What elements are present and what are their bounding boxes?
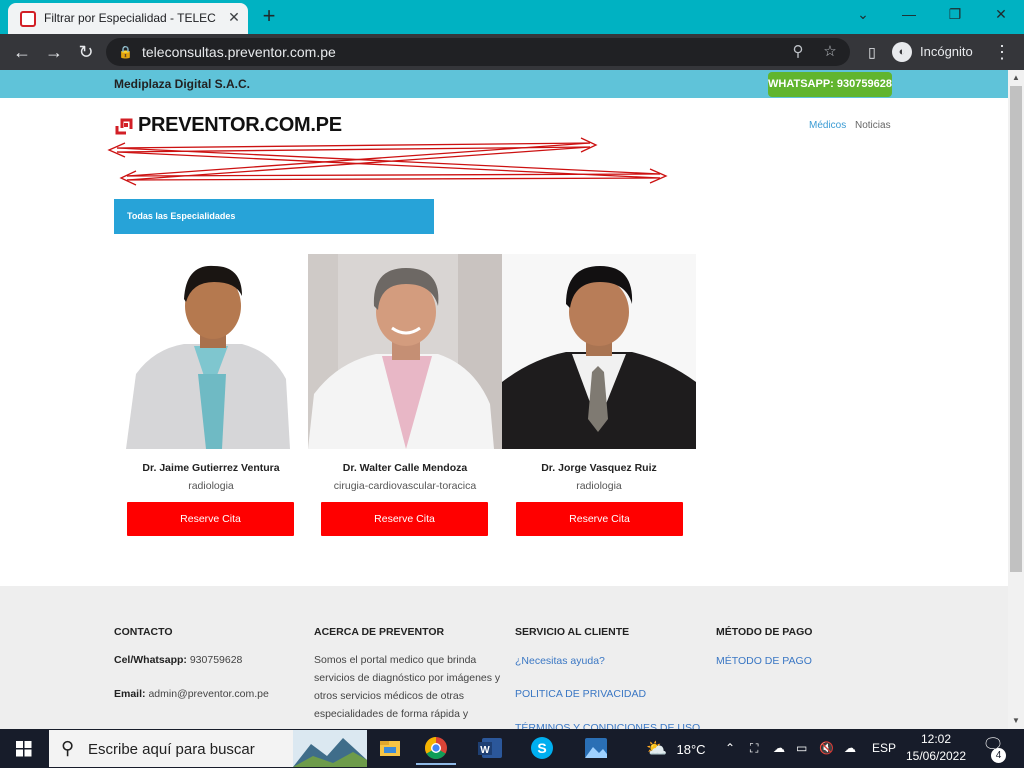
window-close-icon[interactable]: ✕ <box>978 0 1024 30</box>
footer-about-text: Somos el portal medico que brinda servic… <box>314 651 500 723</box>
footer-email: Email: admin@preventor.com.pe <box>114 685 269 703</box>
tab-close-icon[interactable]: ✕ <box>224 7 244 27</box>
reserve-button[interactable]: Reserve Cita <box>516 502 683 536</box>
time: 12:02 <box>920 732 952 746</box>
browser-tab[interactable]: Filtrar por Especialidad - TELECON ✕ <box>8 3 248 34</box>
scroll-down-icon[interactable]: ▼ <box>1008 713 1024 729</box>
date: 15/06/2022 <box>905 749 967 763</box>
incognito-icon: ◐ <box>892 42 912 62</box>
whatsapp-button[interactable]: WHATSAPP: 930759628 <box>768 72 892 97</box>
doctor-name: Dr. Walter Calle Mendoza <box>342 462 468 474</box>
browser-toolbar: ← → ↻ 🔒 teleconsultas.preventor.com.pe ⚲… <box>0 34 1024 70</box>
phone-value: 930759628 <box>189 654 243 666</box>
doctor-specialty: radiologia <box>576 480 622 492</box>
zoom-icon[interactable]: ⚲ <box>788 42 808 62</box>
lock-icon[interactable]: 🔒 <box>118 44 134 60</box>
doctor-name: Dr. Jaime Gutierrez Ventura <box>142 462 280 474</box>
search-icon: ⚲ <box>61 738 75 758</box>
menu-kebab-icon[interactable]: ⋮ <box>990 40 1014 64</box>
notifications-button[interactable]: 🗨 4 <box>975 735 1011 763</box>
word-icon[interactable]: W <box>470 732 510 765</box>
logo-text: PREVENTOR.COM.PE <box>138 114 342 136</box>
photos-icon[interactable] <box>576 732 616 765</box>
page-scrollbar[interactable]: ▲ ▼ <box>1008 70 1024 729</box>
email-value: admin@preventor.com.pe <box>148 688 269 700</box>
side-panel-icon[interactable]: ▯ <box>860 40 884 64</box>
nav-noticias[interactable]: Noticias <box>855 120 891 131</box>
svg-text:S: S <box>537 740 546 756</box>
tab-title: Filtrar por Especialidad - TELECON <box>44 11 216 25</box>
tab-favicon-icon <box>20 11 36 27</box>
tab-search-chevron-icon[interactable]: ⌄ <box>840 0 886 30</box>
address-bar[interactable]: 🔒 teleconsultas.preventor.com.pe ⚲ ☆ <box>106 38 850 66</box>
windows-taskbar: ⚲ Escribe aquí para buscar W S ⛅ 18°C ⌃ … <box>0 729 1024 768</box>
weather-widget[interactable]: ⛅ 18°C <box>646 729 706 768</box>
doctor-photo[interactable] <box>502 254 696 449</box>
clock[interactable]: 12:02 15/06/2022 <box>903 731 969 765</box>
site-top-bar: Mediplaza Digital S.A.C. WHATSAPP: 93075… <box>0 70 1008 98</box>
footer-service-heading: SERVICIO AL CLIENTE <box>515 626 630 638</box>
decorative-crossed-arrows <box>107 137 668 186</box>
temperature: 18°C <box>676 742 706 757</box>
weather-partly-cloudy-icon: ⛅ <box>646 739 668 758</box>
start-button[interactable] <box>0 729 48 768</box>
taskbar-search[interactable]: ⚲ Escribe aquí para buscar <box>49 730 367 767</box>
reserve-button[interactable]: Reserve Cita <box>321 502 488 536</box>
browser-tab-bar: Filtrar por Especialidad - TELECON ✕ + ⌄… <box>0 0 1024 34</box>
nav-medicos[interactable]: Médicos <box>809 120 846 131</box>
cloud-sync-icon[interactable]: ☁ <box>844 729 856 768</box>
footer-help-link[interactable]: ¿Necesitas ayuda? <box>515 655 605 667</box>
company-name: Mediplaza Digital S.A.C. <box>114 77 251 91</box>
about-line: Somos el portal medico que brinda <box>314 654 477 666</box>
incognito-label: Incógnito <box>920 44 973 59</box>
network-icon[interactable]: ▭ <box>796 729 807 768</box>
logo-mark-icon <box>115 118 133 135</box>
reserve-button[interactable]: Reserve Cita <box>127 502 294 536</box>
notification-count: 4 <box>991 748 1006 763</box>
scroll-up-icon[interactable]: ▲ <box>1008 70 1024 86</box>
new-tab-icon[interactable]: + <box>256 5 282 29</box>
file-explorer-icon[interactable] <box>370 732 410 765</box>
search-highlight-landscape-icon <box>293 730 367 767</box>
search-placeholder: Escribe aquí para buscar <box>88 741 255 758</box>
doctor-photo[interactable] <box>114 254 308 449</box>
about-line: especialidades de forma rápida y <box>314 708 469 720</box>
tray-chevron-icon[interactable]: ⌃ <box>725 729 735 768</box>
doctor-specialty: radiologia <box>188 480 234 492</box>
url-text[interactable]: teleconsultas.preventor.com.pe <box>142 44 336 60</box>
doctor-photo[interactable] <box>308 254 502 449</box>
specialty-filter-bar[interactable]: Todas las Especialidades <box>114 199 434 234</box>
minimize-icon[interactable]: — <box>886 0 932 30</box>
footer-about-heading: ACERCA DE PREVENTOR <box>314 626 445 638</box>
restore-icon[interactable]: ❐ <box>932 0 978 30</box>
windows-logo-icon <box>16 741 32 757</box>
reload-icon[interactable]: ↻ <box>74 40 98 64</box>
onedrive-icon[interactable]: ☁ <box>773 729 785 768</box>
svg-text:W: W <box>480 745 490 756</box>
footer-payment-heading: MÉTODO DE PAGO <box>716 626 813 638</box>
bookmark-star-icon[interactable]: ☆ <box>820 42 840 62</box>
about-line: otros servicios médicos de otras <box>314 690 464 702</box>
phone-label: Cel/Whatsapp: <box>114 654 187 666</box>
volume-muted-icon[interactable]: 🔇 <box>819 729 834 768</box>
footer-privacy-link[interactable]: POLITICA DE PRIVACIDAD <box>515 688 646 700</box>
doctor-specialty: cirugia-cardiovascular-toracica <box>333 480 477 492</box>
footer-contact-heading: CONTACTO <box>114 626 173 638</box>
doctor-name: Dr. Jorge Vasquez Ruiz <box>541 462 657 474</box>
skype-icon[interactable]: S <box>522 732 562 765</box>
forward-icon[interactable]: → <box>42 40 66 64</box>
chrome-icon[interactable] <box>416 732 456 765</box>
scrollbar-thumb[interactable] <box>1010 86 1022 572</box>
incognito-indicator[interactable]: ◐ Incógnito <box>890 38 980 66</box>
about-line: servicios de diagnóstico por imágenes y <box>314 672 501 684</box>
footer-payment-link[interactable]: MÉTODO DE PAGO <box>716 655 812 667</box>
back-icon[interactable]: ← <box>10 40 34 64</box>
language-indicator[interactable]: ESP <box>872 729 896 768</box>
footer-phone: Cel/Whatsapp: 930759628 <box>114 651 242 669</box>
email-label: Email: <box>114 688 146 700</box>
meet-now-icon[interactable]: ⛶ <box>750 729 758 768</box>
